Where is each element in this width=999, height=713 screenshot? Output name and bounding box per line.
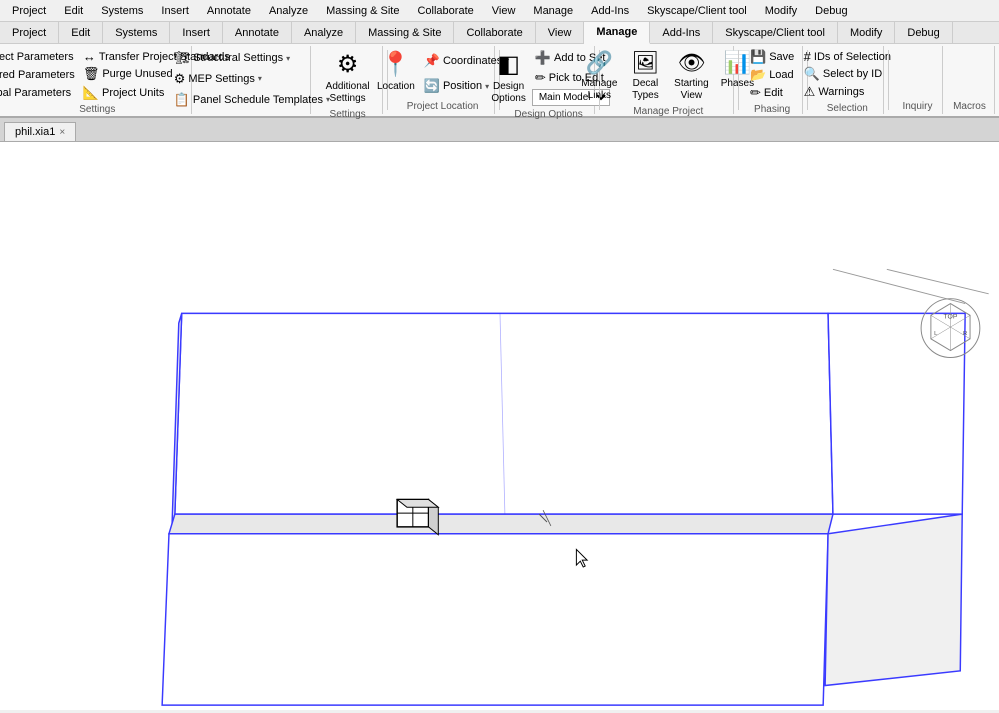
manage-project-group: 🔗 ManageLinks 🖼 DecalTypes 👁 StartingVie… (604, 46, 734, 114)
design-options-button[interactable]: ◧ DesignOptions (487, 48, 529, 107)
manage-links-icon: 🔗 (586, 50, 613, 76)
menu-bar: Project Edit Systems Insert Annotate Ana… (0, 0, 999, 22)
position-icon: 🔄 (424, 78, 440, 94)
menu-massing[interactable]: Massing & Site (318, 3, 407, 19)
starting-view-icon: 👁 (677, 50, 705, 76)
structural-icon: 🏗 (174, 50, 191, 66)
tab-collaborate[interactable]: Collaborate (454, 22, 535, 43)
design-options-icon: ◧ (497, 50, 520, 79)
menu-systems[interactable]: Systems (93, 3, 151, 19)
project-location-group: 📍 Location 📌 Coordinates ▾ 🔄 Position ▾ (392, 46, 495, 114)
tab-project[interactable]: Project (0, 22, 59, 43)
svg-text:TOP: TOP (943, 313, 957, 320)
menu-annotate[interactable]: Annotate (199, 3, 259, 19)
project-parameters-button[interactable]: ⚙ Project Parameters (0, 48, 78, 66)
svg-text:R: R (963, 331, 967, 337)
tab-insert[interactable]: Insert (170, 22, 223, 43)
panel-icon: 📋 (174, 92, 190, 108)
menu-analyze[interactable]: Analyze (261, 3, 316, 19)
coordinates-icon: 📌 (424, 53, 440, 69)
structural-settings-button[interactable]: 🏗 Structural Settings ▾ (171, 49, 333, 67)
doc-tab-name: phil.xia1 (15, 126, 55, 138)
main-area: TOP L R (0, 142, 999, 710)
menu-skyscape[interactable]: Skyscape/Client tool (639, 3, 755, 19)
tab-analyze[interactable]: Analyze (292, 22, 356, 43)
select-by-id-icon: 🔍 (804, 66, 820, 82)
menu-modify[interactable]: Modify (757, 3, 805, 19)
document-tab[interactable]: phil.xia1 × (4, 122, 76, 141)
menu-collaborate[interactable]: Collaborate (409, 3, 481, 19)
menu-addins[interactable]: Add-Ins (583, 3, 637, 19)
menu-manage[interactable]: Manage (525, 3, 581, 19)
warnings-icon: ⚠ (804, 84, 816, 100)
selection-group: # IDs of Selection 🔍 Select by ID ⚠ Warn… (811, 46, 884, 114)
phasing-group: 💾 Save 📂 Load ✏ Edit Phasing (743, 46, 803, 114)
3d-viewport-svg: TOP L R (0, 142, 999, 710)
load-button[interactable]: 📂 Load (747, 66, 797, 84)
units-icon: 📐 (83, 85, 99, 101)
tab-edit[interactable]: Edit (59, 22, 103, 43)
tab-bar: phil.xia1 × (0, 118, 999, 142)
decal-icon: 🖼 (631, 50, 659, 76)
edit-button[interactable]: ✏ Edit (747, 84, 797, 102)
purge-icon: 🗑 (83, 66, 100, 82)
tab-annotate[interactable]: Annotate (223, 22, 292, 43)
ribbon-content: ⚙ Project Parameters ⚙ Shared Parameters… (0, 44, 999, 116)
transfer-icon: ↔ (83, 49, 96, 64)
location-icon: 📍 (381, 50, 411, 79)
add-to-set-icon: ➕ (535, 50, 551, 66)
ids-icon: # (804, 49, 811, 64)
additional-settings-button[interactable]: ⚙ AdditionalSettings (322, 48, 374, 107)
edit-icon: ✏ (750, 85, 761, 101)
doc-tab-close[interactable]: × (59, 127, 65, 138)
ribbon: Project Edit Systems Insert Annotate Ana… (0, 22, 999, 118)
select-by-id-button[interactable]: 🔍 Select by ID (801, 65, 894, 83)
tab-addins[interactable]: Add-Ins (650, 22, 713, 43)
menu-project[interactable]: Project (4, 3, 54, 19)
tab-debug[interactable]: Debug (895, 22, 952, 43)
menu-edit[interactable]: Edit (56, 3, 91, 19)
sep4 (738, 50, 739, 110)
tab-view[interactable]: View (536, 22, 585, 43)
save-button[interactable]: 💾 Save (747, 48, 797, 66)
tab-manage[interactable]: Manage (584, 22, 650, 44)
menu-view[interactable]: View (484, 3, 524, 19)
tab-skyscape[interactable]: Skyscape/Client tool (713, 22, 838, 43)
pick-edit-icon: ✏ (535, 70, 546, 86)
mep-settings-button[interactable]: ⚙ MEP Settings ▾ (171, 70, 333, 88)
location-button[interactable]: 📍 Location (373, 48, 419, 95)
tab-massing[interactable]: Massing & Site (356, 22, 454, 43)
drawing-area[interactable]: TOP L R (0, 142, 999, 710)
load-icon: 📂 (750, 67, 766, 83)
mep-group: 🏗 Structural Settings ▾ ⚙ MEP Settings ▾… (194, 46, 312, 114)
ids-of-selection-button[interactable]: # IDs of Selection (801, 48, 894, 65)
ribbon-tabs: Project Edit Systems Insert Annotate Ana… (0, 22, 999, 44)
tab-systems[interactable]: Systems (103, 22, 170, 43)
shared-parameters-button[interactable]: ⚙ Shared Parameters (0, 66, 78, 84)
inquiry-group: Inquiry (893, 46, 943, 114)
settings-group: ⚙ Project Parameters ⚙ Shared Parameters… (4, 46, 192, 114)
decal-types-button[interactable]: 🖼 DecalTypes (623, 48, 667, 104)
global-parameters-button[interactable]: ⚙ Global Parameters (0, 84, 78, 102)
sep6 (888, 50, 889, 110)
tab-modify[interactable]: Modify (838, 22, 895, 43)
warnings-button[interactable]: ⚠ Warnings (801, 83, 894, 101)
save-icon: 💾 (750, 49, 766, 65)
macros-group: Macros (945, 46, 995, 114)
additional-settings-icon: ⚙ (337, 50, 359, 79)
menu-insert[interactable]: Insert (153, 3, 197, 19)
panel-schedule-button[interactable]: 📋 Panel Schedule Templates ▾ (171, 91, 333, 109)
menu-debug[interactable]: Debug (807, 3, 855, 19)
mep-icon: ⚙ (174, 71, 186, 87)
starting-view-button[interactable]: 👁 StartingView (669, 48, 713, 104)
manage-links-button[interactable]: 🔗 ManageLinks (577, 48, 621, 104)
